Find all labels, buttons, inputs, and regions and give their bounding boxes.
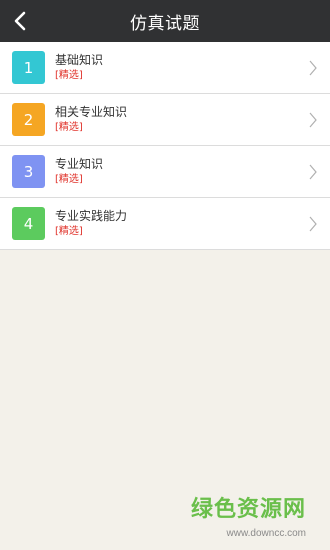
list-item-2[interactable]: 2 相关专业知识 [精选] xyxy=(0,94,330,146)
item-number-badge: 2 xyxy=(12,103,45,136)
item-tag: [精选] xyxy=(55,122,83,133)
watermark-logo-text: 绿色资源网 xyxy=(190,497,306,522)
top-bar: 仿真试题 xyxy=(0,0,330,42)
watermark-url: www.downcc.com xyxy=(226,528,306,539)
chevron-right-icon xyxy=(309,164,317,180)
item-number-badge: 1 xyxy=(12,51,45,84)
item-number-badge: 4 xyxy=(12,207,45,240)
item-tag: [精选] xyxy=(55,226,83,237)
list-item-4[interactable]: 4 专业实践能力 [精选] xyxy=(0,198,330,250)
item-title: 专业知识 xyxy=(55,157,104,171)
list-item-1[interactable]: 1 基础知识 [精选] xyxy=(0,42,330,94)
back-button[interactable] xyxy=(6,6,34,36)
chevron-right-icon xyxy=(309,112,317,128)
exam-list: 1 基础知识 [精选] 2 相关专业知识 [精选] 3 专业知识 [精选] 4 … xyxy=(0,42,330,250)
chevron-right-icon xyxy=(309,60,317,76)
page-title: 仿真试题 xyxy=(130,13,200,34)
item-number-badge: 3 xyxy=(12,155,45,188)
list-item-3[interactable]: 3 专业知识 [精选] xyxy=(0,146,330,198)
back-arrow-icon xyxy=(14,11,26,31)
item-title: 相关专业知识 xyxy=(55,105,128,119)
item-tag: [精选] xyxy=(55,174,83,185)
chevron-right-icon xyxy=(309,216,317,232)
item-title: 专业实践能力 xyxy=(55,209,128,223)
item-title: 基础知识 xyxy=(55,53,104,67)
item-tag: [精选] xyxy=(55,70,83,81)
